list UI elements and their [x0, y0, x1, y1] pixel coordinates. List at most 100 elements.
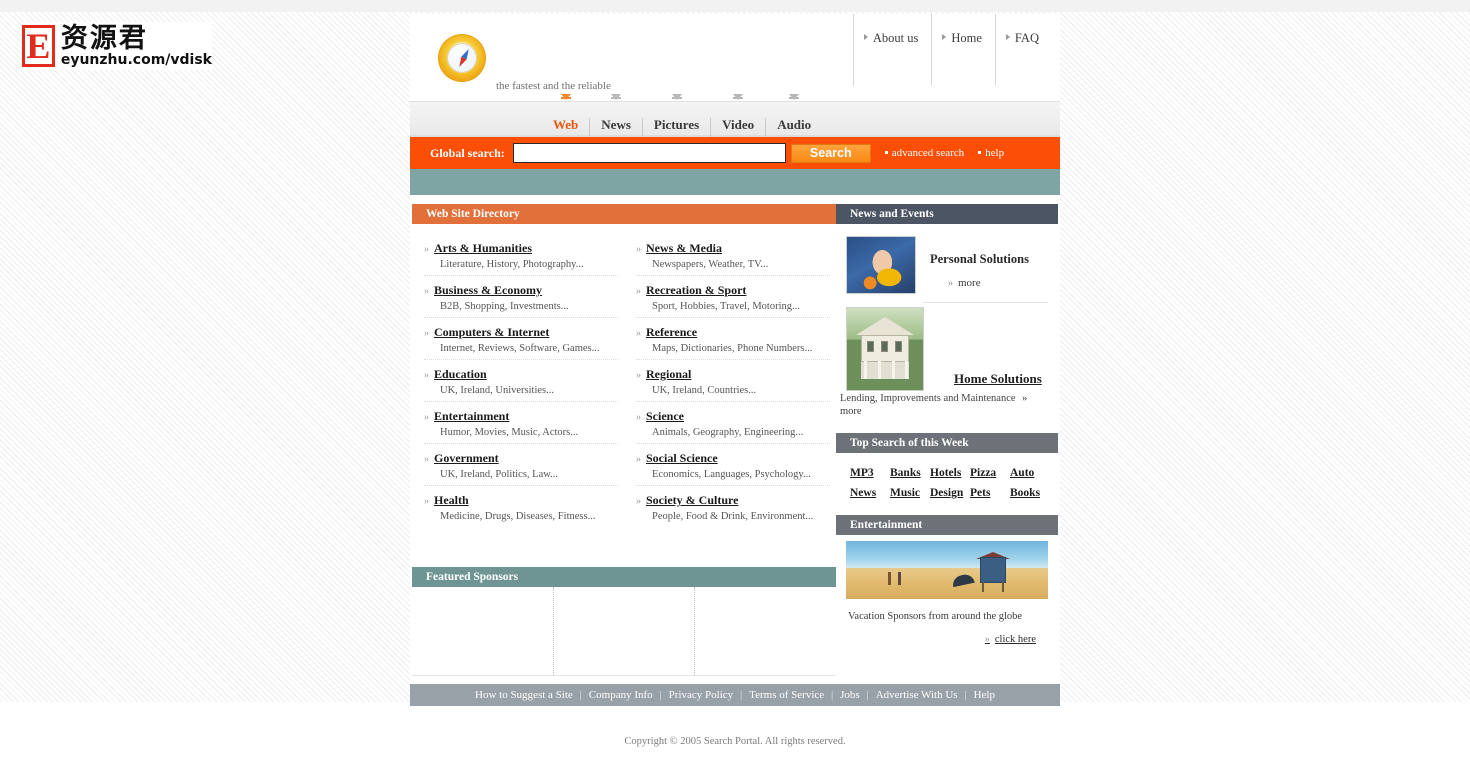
- list-item[interactable]: » Social Science Economics, Languages, Ps…: [636, 444, 830, 486]
- brand-logo: E 资源君 eyunzhu.com/vdisk: [22, 22, 212, 70]
- directory-link[interactable]: Government: [434, 451, 499, 465]
- advanced-search-link[interactable]: advanced search: [884, 147, 964, 159]
- nav-link-faq[interactable]: FAQ: [1015, 31, 1039, 46]
- home-solutions-link[interactable]: Home Solutions: [954, 371, 1042, 387]
- compass-needle-icon: [451, 47, 473, 69]
- footer-link-terms-of-service[interactable]: Terms of Service: [742, 689, 831, 701]
- global-search-bar: Global search: Search advanced search he…: [410, 137, 1060, 169]
- list-item[interactable]: » Society & Culture People, Food & Drink,…: [636, 486, 830, 527]
- directory-subtitle: UK, Ireland, Politics, Law...: [440, 469, 559, 480]
- news-item-home-solutions[interactable]: Home Solutions Lending, Improvements and…: [836, 303, 1058, 429]
- directory-link[interactable]: Health: [434, 493, 469, 507]
- news-events-body: Personal Solutions » more Home Solutions…: [836, 224, 1058, 433]
- top-search-link-design[interactable]: Design: [930, 483, 970, 503]
- directory-link[interactable]: Arts & Humanities: [434, 241, 532, 255]
- directory-subtitle: Newspapers, Weather, TV...: [652, 259, 769, 270]
- chevron-right-icon: »: [424, 328, 429, 339]
- list-item[interactable]: » Government UK, Ireland, Politics, Law..…: [424, 444, 618, 486]
- search-tabs-bar: Web News Pictures Video Audio: [410, 94, 1060, 138]
- directory-subtitle: Medicine, Drugs, Diseases, Fitness...: [440, 511, 596, 522]
- directory-subtitle: Maps, Dictionaries, Phone Numbers...: [652, 343, 813, 354]
- list-item[interactable]: » Computers & Internet Internet, Reviews,…: [424, 318, 618, 360]
- search-input[interactable]: [512, 143, 786, 163]
- footer-link-advertise[interactable]: Advertise With Us: [869, 689, 965, 701]
- list-item[interactable]: » Business & Economy B2B, Shopping, Inves…: [424, 276, 618, 318]
- sponsor-slot[interactable]: [694, 587, 836, 675]
- directory-subtitle: Economics, Languages, Psychology...: [652, 469, 811, 480]
- top-search-link-pizza[interactable]: Pizza: [970, 463, 1010, 483]
- top-search-link-music[interactable]: Music: [890, 483, 930, 503]
- sponsor-slot[interactable]: [412, 587, 553, 675]
- entertainment-cta-link[interactable]: » click here: [836, 634, 1036, 645]
- list-item[interactable]: » News & Media Newspapers, Weather, TV...: [636, 234, 830, 276]
- nav-link-home[interactable]: Home: [951, 31, 982, 46]
- directory-link[interactable]: Society & Culture: [646, 493, 738, 507]
- footer-link-suggest-site[interactable]: How to Suggest a Site: [468, 689, 580, 701]
- tab-web[interactable]: Web: [542, 94, 589, 138]
- tab-video[interactable]: Video: [710, 94, 765, 138]
- directory-link[interactable]: Regional: [646, 367, 691, 381]
- directory-link[interactable]: Reference: [646, 325, 697, 339]
- compass-icon: [438, 34, 486, 82]
- brand-chinese-name: 资源君: [60, 22, 148, 54]
- nav-link-about-us[interactable]: About us: [873, 31, 919, 46]
- chevron-right-icon: »: [636, 412, 641, 423]
- list-item[interactable]: » Health Medicine, Drugs, Diseases, Fitne…: [424, 486, 618, 527]
- tab-news[interactable]: News: [589, 94, 642, 138]
- nav-item-home[interactable]: Home: [931, 14, 995, 86]
- sponsors-body: [412, 587, 836, 676]
- list-item[interactable]: » Science Animals, Geography, Engineering…: [636, 402, 830, 444]
- top-search-link-banks[interactable]: Banks: [890, 463, 930, 483]
- list-item[interactable]: » Reference Maps, Dictionaries, Phone Num…: [636, 318, 830, 360]
- top-search-link-hotels[interactable]: Hotels: [930, 463, 970, 483]
- tab-pictures[interactable]: Pictures: [641, 94, 710, 138]
- directory-link[interactable]: Recreation & Sport: [646, 283, 746, 297]
- top-search-link-auto[interactable]: Auto: [1010, 463, 1050, 483]
- directory-link[interactable]: Business & Economy: [434, 283, 542, 297]
- list-item[interactable]: » Regional UK, Ireland, Countries...: [636, 360, 830, 402]
- tab-arrow-icon: [611, 94, 622, 100]
- top-search-link-mp3[interactable]: MP3: [850, 463, 890, 483]
- entertainment-body: Vacation Sponsors from around the globe …: [836, 535, 1058, 655]
- footer-link-help[interactable]: Help: [967, 689, 1002, 701]
- directory-link[interactable]: Social Science: [646, 451, 718, 465]
- brand-url: eyunzhu.com/vdisk: [60, 51, 212, 68]
- news-more-link[interactable]: » more: [948, 277, 1029, 289]
- directory-link[interactable]: Science: [646, 409, 684, 423]
- list-item[interactable]: » Recreation & Sport Sport, Hobbies, Trav…: [636, 276, 830, 318]
- list-item[interactable]: » Arts & Humanities Literature, History, …: [424, 234, 618, 276]
- directory-header: Web Site Directory: [412, 204, 836, 224]
- site-tagline: the fastest and the reliable: [496, 80, 611, 92]
- news-item-personal-solutions[interactable]: Personal Solutions » more: [836, 230, 1058, 300]
- directory-subtitle: Sport, Hobbies, Travel, Motoring...: [652, 301, 800, 312]
- sponsors-header: Featured Sponsors: [412, 567, 836, 587]
- nav-item-faq[interactable]: FAQ: [994, 14, 1052, 86]
- list-item[interactable]: » Entertainment Humor, Movies, Music, Act…: [424, 402, 618, 444]
- list-item[interactable]: » Education UK, Ireland, Universities...: [424, 360, 618, 402]
- bullet-arrow-icon: [863, 34, 868, 40]
- tab-arrow-icon: [789, 94, 800, 100]
- chevron-right-icon: »: [424, 370, 429, 381]
- chevron-right-icon: »: [424, 244, 429, 255]
- tab-audio[interactable]: Audio: [765, 94, 822, 138]
- home-more-chevron-icon[interactable]: »: [1022, 393, 1027, 404]
- directory-link[interactable]: Education: [434, 367, 487, 381]
- footer-link-jobs[interactable]: Jobs: [833, 689, 867, 701]
- top-search-link-news[interactable]: News: [850, 483, 890, 503]
- tab-web-label: Web: [553, 117, 579, 132]
- top-search-body: MP3 Banks Hotels Pizza Auto News Music D…: [836, 453, 1058, 515]
- nav-item-about-us[interactable]: About us: [852, 14, 932, 86]
- sponsor-slot[interactable]: [552, 587, 695, 675]
- footer-link-privacy-policy[interactable]: Privacy Policy: [662, 689, 740, 701]
- right-column: News and Events Personal Solutions » more: [836, 204, 1058, 676]
- directory-link[interactable]: News & Media: [646, 241, 722, 255]
- top-search-link-pets[interactable]: Pets: [970, 483, 1010, 503]
- directory-link[interactable]: Computers & Internet: [434, 325, 549, 339]
- directory-link[interactable]: Entertainment: [434, 409, 509, 423]
- help-label: help: [985, 147, 1005, 159]
- help-link[interactable]: help: [978, 147, 1004, 159]
- top-search-link-books[interactable]: Books: [1010, 483, 1050, 503]
- footer-link-company-info[interactable]: Company Info: [582, 689, 660, 701]
- search-button[interactable]: Search: [790, 143, 871, 163]
- home-more-link[interactable]: more: [840, 406, 862, 417]
